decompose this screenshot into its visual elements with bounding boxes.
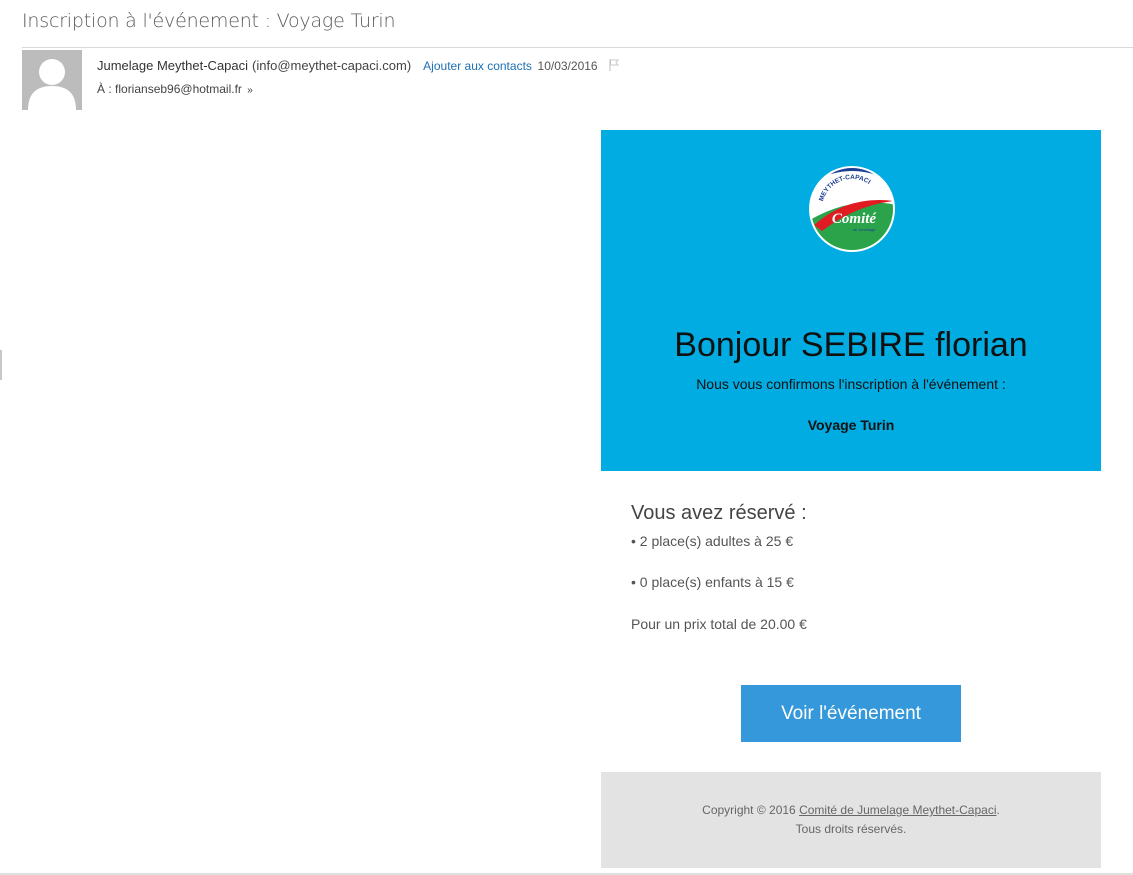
booking-heading: Vous avez réservé : [631,502,807,524]
booking-details: Vous avez réservé : • 2 place(s) adultes… [631,502,807,632]
sender-avatar [22,50,82,110]
person-silhouette-icon [22,50,82,110]
greeting-heading: Bonjour SEBIRE florian [674,326,1028,364]
copyright-text: Copyright © 2016 [702,803,796,817]
email-card: MEYTHET-CAPACI Comité de Jumelage Bonjou… [601,130,1101,868]
child-places: • 0 place(s) enfants à 15 € [631,574,794,590]
recipient-address: florianseb96@hotmail.fr [115,82,242,96]
comite-logo: MEYTHET-CAPACI Comité de Jumelage [808,165,896,253]
organization-link[interactable]: Comité de Jumelage Meythet-Capaci [799,803,996,817]
header-divider [22,47,1133,48]
rights-text: Tous droits réservés. [795,822,907,836]
sender-email: (info@meythet-capaci.com) [252,58,412,73]
recipient-line: À : florianseb96@hotmail.fr » [97,82,253,96]
adult-places: • 2 place(s) adultes à 25 € [631,533,794,549]
hero-banner: MEYTHET-CAPACI Comité de Jumelage Bonjou… [601,130,1101,471]
sender-name: Jumelage Meythet-Capaci [97,58,249,73]
expand-recipients-icon[interactable]: » [247,85,253,96]
email-subject: Inscription à l'événement : Voyage Turin [22,10,396,32]
pane-resize-handle[interactable] [0,350,2,380]
email-footer: Copyright © 2016 Comité de Jumelage Meyt… [601,772,1101,868]
to-label: À : [97,82,112,96]
svg-text:Comité: Comité [832,211,878,227]
event-name: Voyage Turin [807,417,895,433]
sender-line: Jumelage Meythet-Capaci (info@meythet-cap… [97,58,620,74]
svg-text:de Jumelage: de Jumelage [853,227,877,232]
email-date: 10/03/2016 [537,59,598,73]
flag-icon[interactable] [609,59,620,74]
view-event-button[interactable]: Voir l'événement [741,685,961,742]
confirmation-text: Nous vous confirmons l'inscription à l'é… [696,376,1006,392]
copyright-line: Copyright © 2016 Comité de Jumelage Meyt… [702,803,1000,817]
add-contacts-link[interactable]: Ajouter aux contacts [423,59,532,73]
total-price: Pour un prix total de 20.00 € [631,616,807,632]
